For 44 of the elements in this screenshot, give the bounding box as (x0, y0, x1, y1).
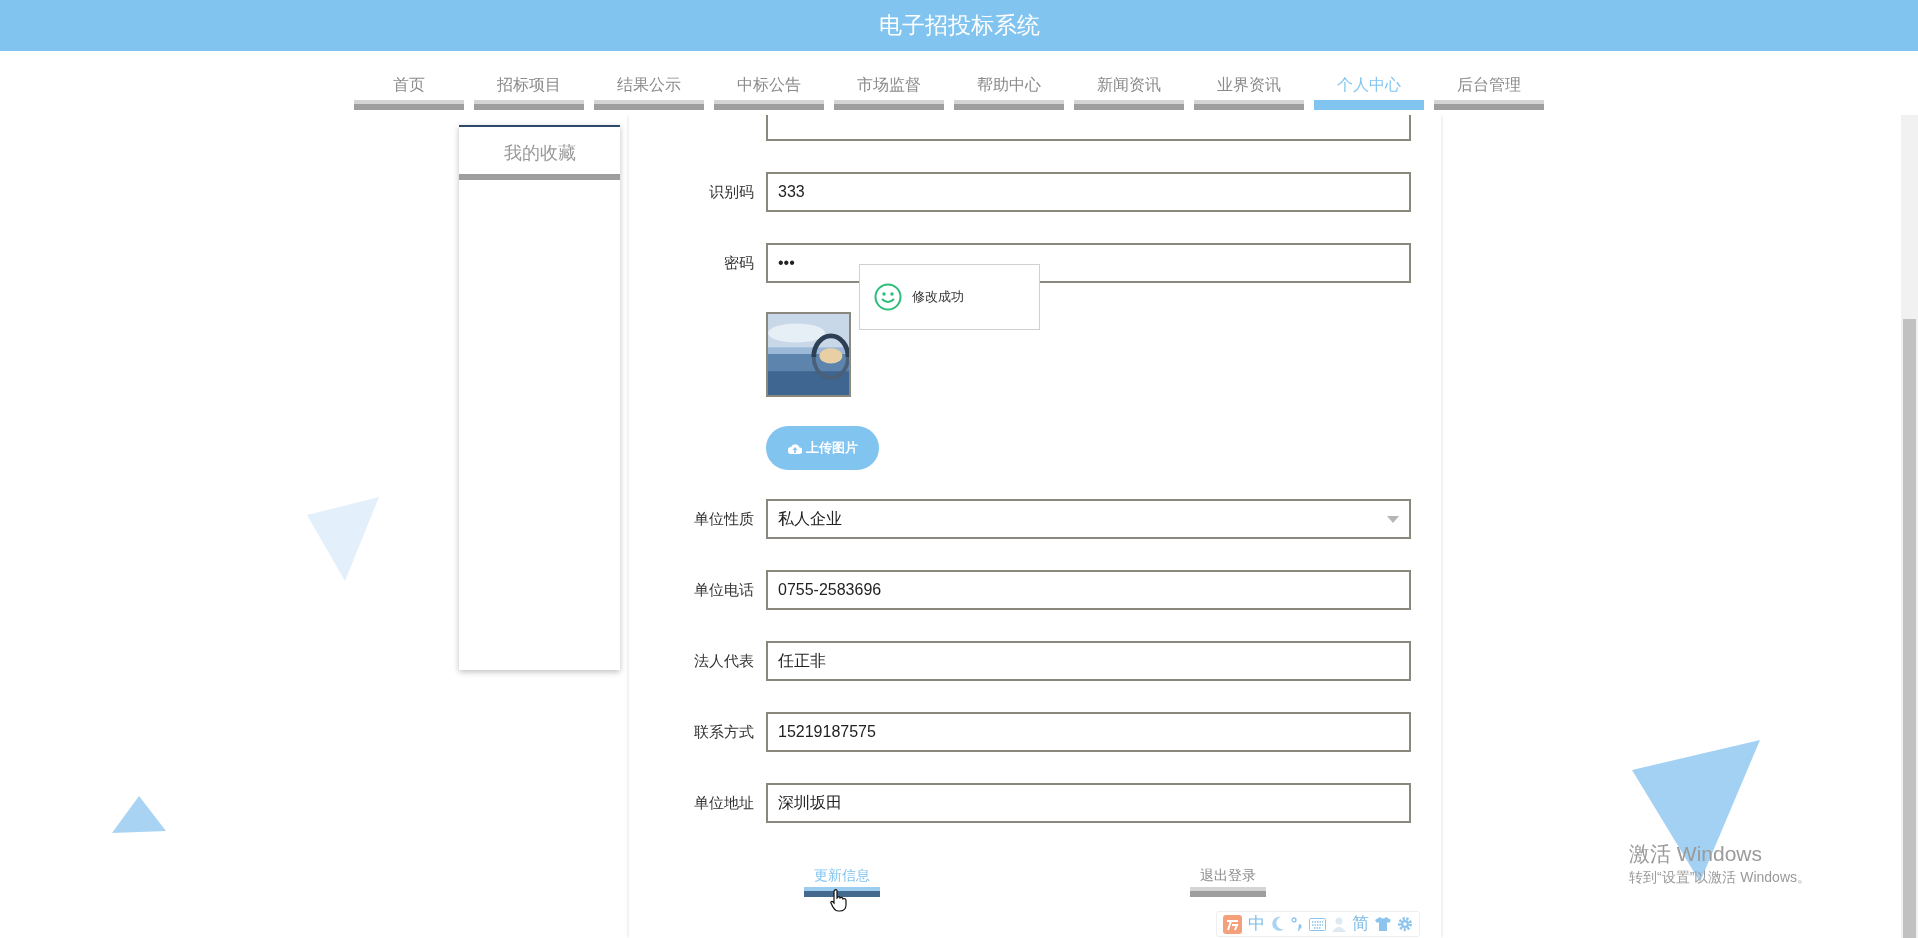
field-label: 联系方式 (693, 721, 754, 742)
field-label: 密码 (723, 252, 754, 273)
ime-toggle[interactable]: 中 (1248, 911, 1265, 937)
toast-text: 修改成功 (912, 288, 964, 307)
input-field[interactable]: 333 (766, 172, 1411, 212)
user-icon[interactable] (1332, 916, 1346, 932)
hand-cursor-icon (830, 889, 848, 912)
punctuation-icon[interactable] (1291, 917, 1303, 931)
field-label: 单位电话 (693, 579, 754, 600)
select-field[interactable]: 私人企业 (766, 499, 1411, 539)
shirt-icon[interactable] (1375, 917, 1391, 931)
nav-tab[interactable]: 新闻资讯 (1074, 74, 1184, 115)
upload-button[interactable]: 上传图片 (766, 426, 879, 470)
keyboard-icon[interactable] (1309, 917, 1326, 931)
nav-tab[interactable]: 中标公告 (714, 74, 824, 115)
field-label: 单位地址 (693, 792, 754, 813)
nav-tab[interactable]: 个人中心 (1314, 74, 1424, 115)
smiley-icon (874, 283, 902, 311)
nav-tab[interactable]: 首页 (354, 74, 464, 115)
input-field[interactable]: 15219187575 (766, 712, 1411, 752)
action-button[interactable]: 退出登录 (1190, 865, 1266, 897)
nav-tab[interactable]: 帮助中心 (954, 74, 1064, 115)
app-title: 电子招投标系统 (878, 11, 1040, 41)
input-field[interactable]: 0755-2583696 (766, 570, 1411, 610)
field-label: 单位性质 (693, 508, 754, 529)
nav-tab[interactable]: 招标项目 (474, 74, 584, 115)
ime-toggle[interactable]: 简 (1352, 911, 1369, 937)
nav-tab[interactable]: 结果公示 (594, 74, 704, 115)
cloud-upload-icon (787, 442, 802, 454)
field-label: 法人代表 (693, 650, 754, 671)
input-field[interactable]: 深圳坂田 (766, 783, 1411, 823)
logo-icon[interactable] (1223, 914, 1242, 934)
nav-tab[interactable]: 业界资讯 (1194, 74, 1304, 115)
nav-tab[interactable]: 市场监督 (834, 74, 944, 115)
settings-icon[interactable] (1397, 916, 1413, 932)
action-button[interactable]: 更新信息 (804, 865, 880, 897)
triangle-shape (112, 796, 166, 833)
caret-icon (1387, 515, 1399, 523)
sidebar-item[interactable]: 我的收藏 (459, 127, 620, 180)
nav-tab[interactable]: 后台管理 (1434, 74, 1544, 115)
input-field[interactable]: 任正非 (766, 641, 1411, 681)
moon-icon[interactable] (1271, 916, 1285, 932)
scrollbar-thumb[interactable] (1903, 319, 1916, 938)
field-label: 识别码 (708, 181, 754, 202)
